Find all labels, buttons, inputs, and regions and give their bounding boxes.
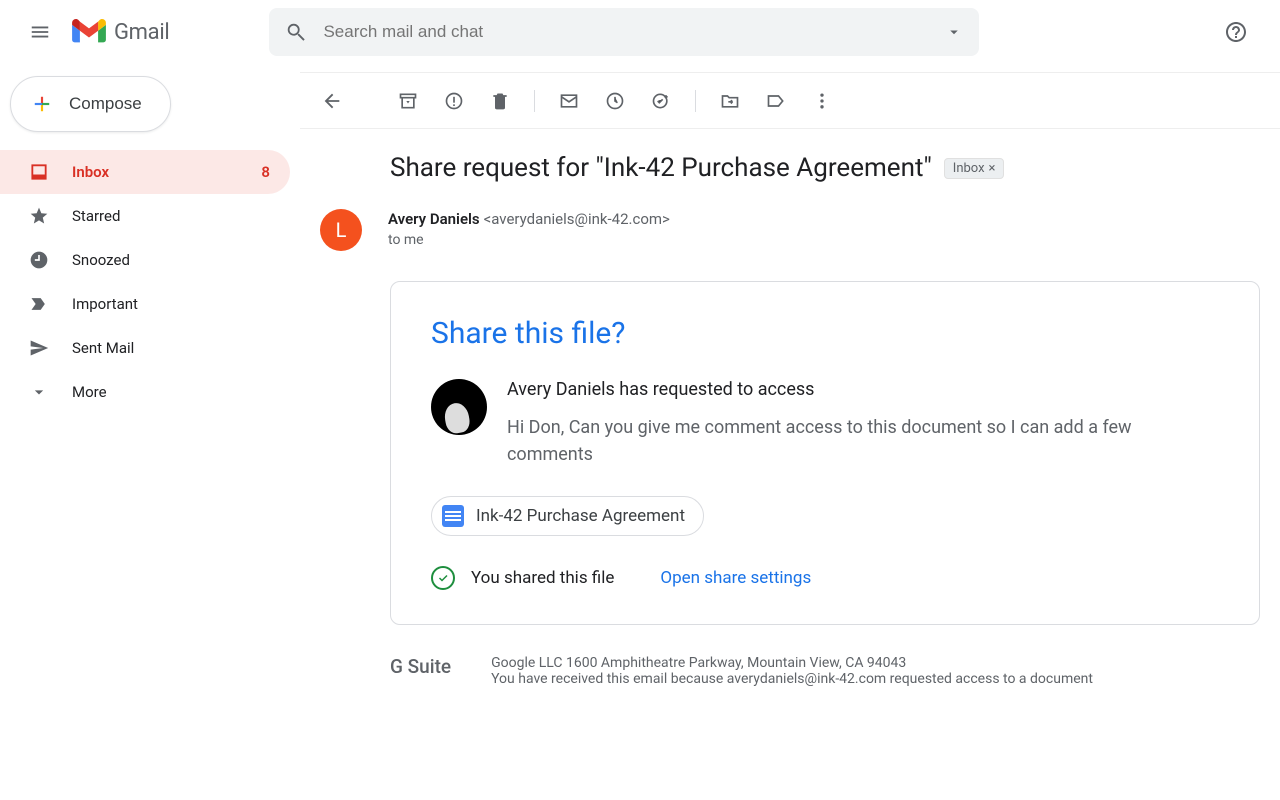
sidebar-item-label: Sent Mail <box>72 339 134 357</box>
share-request-card: Share this file? Avery Daniels has reque… <box>390 281 1260 625</box>
arrow-back-icon <box>321 90 343 112</box>
clock-icon <box>28 249 50 271</box>
compose-plus-icon <box>29 91 55 117</box>
toolbar-separator <box>534 90 535 112</box>
sidebar-item-more[interactable]: More <box>0 370 290 414</box>
docs-icon <box>442 505 464 527</box>
sender-line: Avery Daniels <averydaniels@ink-42.com> <box>388 209 670 228</box>
message-toolbar <box>300 73 1280 129</box>
card-title: Share this file? <box>431 316 1219 351</box>
main-pane: Share request for "Ink-42 Purchase Agree… <box>300 72 1280 800</box>
help-icon <box>1224 20 1248 44</box>
request-line: Avery Daniels has requested to access <box>507 379 1219 400</box>
email-footer: G Suite Google LLC 1600 Amphitheatre Par… <box>390 655 1260 687</box>
file-chip[interactable]: Ink-42 Purchase Agreement <box>431 496 704 536</box>
search-input[interactable] <box>323 22 937 42</box>
label-icon <box>766 91 786 111</box>
clock-icon <box>605 91 625 111</box>
sidebar-item-sent[interactable]: Sent Mail <box>0 326 290 370</box>
message-content: Share request for "Ink-42 Purchase Agree… <box>300 129 1280 687</box>
sidebar-item-starred[interactable]: Starred <box>0 194 290 238</box>
message-subject: Share request for "Ink-42 Purchase Agree… <box>390 153 932 183</box>
app-header: Gmail <box>0 0 1280 64</box>
main-menu-button[interactable] <box>16 8 64 56</box>
task-add-icon <box>651 91 671 111</box>
gsuite-brand: G Suite <box>390 655 451 678</box>
footer-reason: You have received this email because ave… <box>491 671 1093 687</box>
add-task-button[interactable] <box>641 81 681 121</box>
label-button[interactable] <box>756 81 796 121</box>
trash-icon <box>490 91 510 111</box>
to-line[interactable]: to me <box>388 232 670 248</box>
sender-email: <averydaniels@ink-42.com> <box>484 210 670 228</box>
sidebar-item-label: Inbox <box>72 163 109 181</box>
more-vert-icon <box>812 91 832 111</box>
check-circle-icon <box>431 566 455 590</box>
requester-avatar <box>431 379 487 435</box>
archive-icon <box>398 91 418 111</box>
app-name: Gmail <box>114 20 169 45</box>
spam-icon <box>444 91 464 111</box>
label-chip-inbox[interactable]: Inbox × <box>944 158 1005 179</box>
status-row: You shared this file Open share settings <box>431 566 1219 590</box>
remove-label-icon[interactable]: × <box>989 161 996 176</box>
compose-button[interactable]: Compose <box>10 76 171 132</box>
sidebar-item-label: Important <box>72 295 138 313</box>
mark-unread-button[interactable] <box>549 81 589 121</box>
inbox-badge: 8 <box>261 163 270 181</box>
spam-button[interactable] <box>434 81 474 121</box>
footer-address: Google LLC 1600 Amphitheatre Parkway, Mo… <box>491 655 1093 671</box>
search-options-icon[interactable] <box>945 23 963 41</box>
sidebar-item-label: Snoozed <box>72 251 130 269</box>
back-button[interactable] <box>312 81 352 121</box>
nav-list: Inbox 8 Starred Snoozed Important Sent M… <box>0 150 300 414</box>
send-icon <box>28 337 50 359</box>
status-text: You shared this file <box>471 568 614 588</box>
hamburger-icon <box>29 21 51 43</box>
label-chip-text: Inbox <box>953 161 985 176</box>
archive-button[interactable] <box>388 81 428 121</box>
sidebar-item-label: More <box>72 383 107 401</box>
delete-button[interactable] <box>480 81 520 121</box>
sidebar: Compose Inbox 8 Starred Snoozed Importan… <box>0 64 300 800</box>
gmail-logo-icon <box>72 19 106 45</box>
file-name: Ink-42 Purchase Agreement <box>476 506 685 526</box>
sender-row: L Avery Daniels <averydaniels@ink-42.com… <box>320 209 1260 251</box>
star-icon <box>28 205 50 227</box>
folder-move-icon <box>720 91 740 111</box>
request-message: Hi Don, Can you give me comment access t… <box>507 414 1219 468</box>
sidebar-item-inbox[interactable]: Inbox 8 <box>0 150 290 194</box>
sender-avatar[interactable]: L <box>320 209 362 251</box>
help-button[interactable] <box>1216 12 1256 52</box>
compose-label: Compose <box>69 94 142 114</box>
toolbar-separator <box>695 90 696 112</box>
sidebar-item-important[interactable]: Important <box>0 282 290 326</box>
sidebar-item-label: Starred <box>72 207 120 225</box>
open-share-settings-link[interactable]: Open share settings <box>660 568 811 588</box>
sender-name: Avery Daniels <box>388 210 480 228</box>
search-bar[interactable] <box>269 8 979 56</box>
move-button[interactable] <box>710 81 750 121</box>
chevron-down-icon <box>28 381 50 403</box>
mail-icon <box>559 91 579 111</box>
inbox-icon <box>28 161 50 183</box>
more-button[interactable] <box>802 81 842 121</box>
message-subject-row: Share request for "Ink-42 Purchase Agree… <box>390 153 1260 183</box>
sidebar-item-snoozed[interactable]: Snoozed <box>0 238 290 282</box>
search-icon <box>285 21 307 43</box>
important-icon <box>28 293 50 315</box>
gmail-logo[interactable]: Gmail <box>72 19 169 45</box>
snooze-button[interactable] <box>595 81 635 121</box>
